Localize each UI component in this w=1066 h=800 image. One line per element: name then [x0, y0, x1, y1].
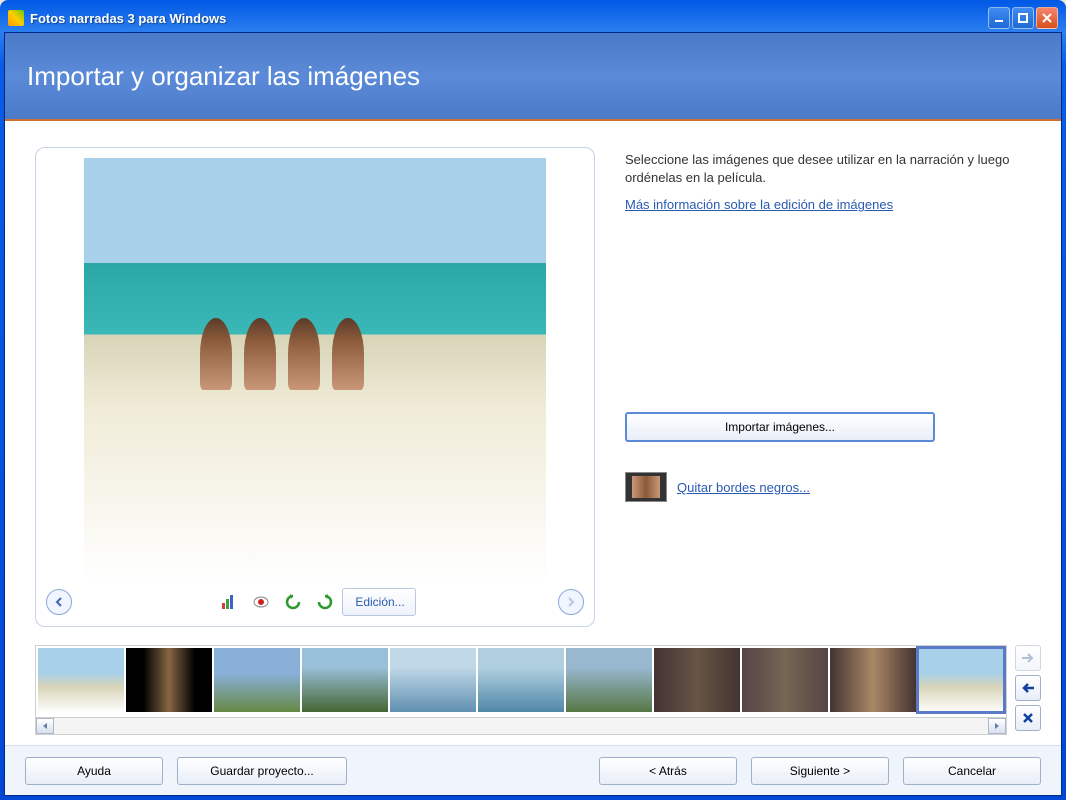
move-right-button — [1015, 645, 1041, 671]
filmstrip-thumb[interactable] — [742, 648, 828, 712]
delete-image-button[interactable] — [1015, 705, 1041, 731]
app-icon — [8, 10, 24, 26]
close-button[interactable] — [1036, 7, 1058, 29]
preview-panel: Edición... — [35, 147, 595, 627]
filmstrip-thumb[interactable] — [478, 648, 564, 712]
move-left-button[interactable] — [1015, 675, 1041, 701]
filmstrip-thumb[interactable] — [214, 648, 300, 712]
prev-image-button[interactable] — [46, 589, 72, 615]
remove-borders-icon — [625, 472, 667, 502]
save-project-button[interactable]: Guardar proyecto... — [177, 757, 347, 785]
back-button[interactable]: < Atrás — [599, 757, 737, 785]
filmstrip — [35, 645, 1007, 717]
titlebar: Fotos narradas 3 para Windows — [4, 4, 1062, 32]
scroll-right-button[interactable] — [988, 718, 1006, 734]
maximize-button[interactable] — [1012, 7, 1034, 29]
filmstrip-thumb[interactable] — [390, 648, 476, 712]
filmstrip-thumb[interactable] — [566, 648, 652, 712]
help-button[interactable]: Ayuda — [25, 757, 163, 785]
remove-borders-link[interactable]: Quitar bordes negros... — [677, 480, 810, 495]
import-images-button[interactable]: Importar imágenes... — [625, 412, 935, 442]
scroll-left-button[interactable] — [36, 718, 54, 734]
filmstrip-thumb[interactable] — [654, 648, 740, 712]
filmstrip-thumb[interactable] — [918, 648, 1004, 712]
color-levels-button[interactable] — [214, 588, 244, 616]
minimize-button[interactable] — [988, 7, 1010, 29]
filmstrip-thumb[interactable] — [38, 648, 124, 712]
more-info-link[interactable]: Más información sobre la edición de imág… — [625, 197, 893, 212]
filmstrip-thumb[interactable] — [302, 648, 388, 712]
page-title: Importar y organizar las imágenes — [27, 61, 420, 92]
rotate-right-button[interactable] — [310, 588, 340, 616]
next-image-button[interactable] — [558, 589, 584, 615]
filmstrip-thumb[interactable] — [126, 648, 212, 712]
edit-button[interactable]: Edición... — [342, 588, 415, 616]
side-panel: Seleccione las imágenes que desee utiliz… — [625, 147, 1041, 627]
filmstrip-scrollbar[interactable] — [35, 717, 1007, 735]
edit-label: Edición... — [355, 595, 404, 609]
next-button[interactable]: Siguiente > — [751, 757, 889, 785]
rotate-left-button[interactable] — [278, 588, 308, 616]
cancel-button[interactable]: Cancelar — [903, 757, 1041, 785]
wizard-header: Importar y organizar las imágenes — [5, 33, 1061, 121]
preview-image — [84, 158, 546, 578]
instruction-text: Seleccione las imágenes que desee utiliz… — [625, 151, 1041, 187]
wizard-footer: Ayuda Guardar proyecto... < Atrás Siguie… — [5, 745, 1061, 795]
red-eye-button[interactable] — [246, 588, 276, 616]
window-title: Fotos narradas 3 para Windows — [30, 11, 988, 26]
filmstrip-thumb[interactable] — [830, 648, 916, 712]
